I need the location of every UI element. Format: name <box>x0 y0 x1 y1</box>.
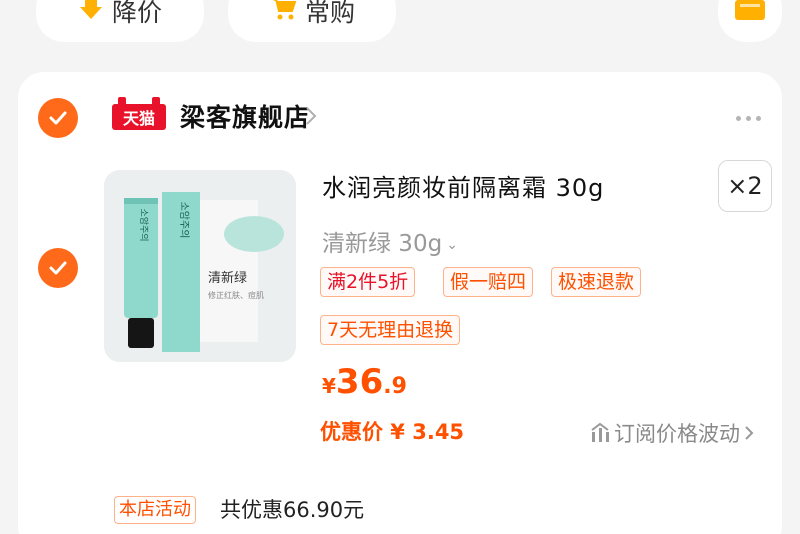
product-image[interactable]: 소암주의 소암주의 清新绿 修正红肤、痘肌 <box>104 170 296 362</box>
promo-tag-discount: 满2件5折 <box>320 267 416 297</box>
cart-store-card: 天猫 梁客旗舰店 소암주의 소암주의 清新绿 修正红肤、痘肌 水润亮颜妆前隔离霜… <box>18 72 782 534</box>
store-select-checkbox[interactable] <box>38 98 78 138</box>
variant-label: 清新绿 30g <box>322 231 443 257</box>
folder-icon <box>735 0 765 26</box>
store-name[interactable]: 梁客旗舰店 <box>180 98 310 134</box>
check-icon <box>49 261 67 275</box>
price-drop-arrow-icon <box>78 0 104 27</box>
price-drop-button[interactable]: 降价 <box>36 0 204 42</box>
image-color-name: 清新绿 <box>208 270 247 286</box>
shopping-cart-icon <box>269 0 297 27</box>
box-brand-text: 소암주의 <box>178 202 190 239</box>
tube-cap <box>128 318 154 348</box>
chevron-down-icon: ⌄ <box>446 236 458 253</box>
store-promo-text: 共优惠66.90元 <box>220 498 365 522</box>
store-promo-tag: 本店活动 <box>114 496 196 524</box>
price-trend-icon <box>591 422 609 442</box>
price-integer: 36 <box>335 362 384 402</box>
variant-selector[interactable]: 清新绿 30g ⌄ <box>322 224 458 258</box>
price-decimal: .9 <box>383 374 407 399</box>
subscribe-price-button[interactable]: 订阅价格波动 <box>590 418 754 448</box>
folder-button[interactable] <box>718 0 782 42</box>
image-caption: 修正红肤、痘肌 <box>208 290 264 300</box>
chevron-right-icon <box>745 426 754 440</box>
price: ¥36.9 <box>322 362 407 402</box>
item-select-checkbox[interactable] <box>38 248 78 288</box>
discount-price: 优惠价 ¥ 3.45 <box>320 420 465 444</box>
promo-tag-return: 7天无理由退换 <box>320 315 461 345</box>
tube-brand-text: 소암주의 <box>138 208 150 241</box>
top-action-strip: 降价 常购 <box>0 0 800 60</box>
subscribe-label: 订阅价格波动 <box>614 422 740 446</box>
price-drop-label: 降价 <box>111 0 162 27</box>
cream-swatch <box>224 216 284 252</box>
product-title[interactable]: 水润亮颜妆前隔离霜 30g <box>322 168 604 203</box>
chevron-right-icon[interactable] <box>304 106 318 126</box>
regular-buy-button[interactable]: 常购 <box>228 0 396 42</box>
price-currency: ¥ <box>322 374 336 398</box>
quantity-button[interactable]: ×2 <box>718 160 772 212</box>
more-dots-icon[interactable] <box>736 116 761 121</box>
promo-tag-fast-refund: 极速退款 <box>551 267 642 297</box>
tmall-badge: 天猫 <box>112 97 166 130</box>
regular-buy-label: 常购 <box>304 0 355 27</box>
check-icon <box>49 111 67 125</box>
promo-tag-guarantee: 假一赔四 <box>443 267 534 297</box>
